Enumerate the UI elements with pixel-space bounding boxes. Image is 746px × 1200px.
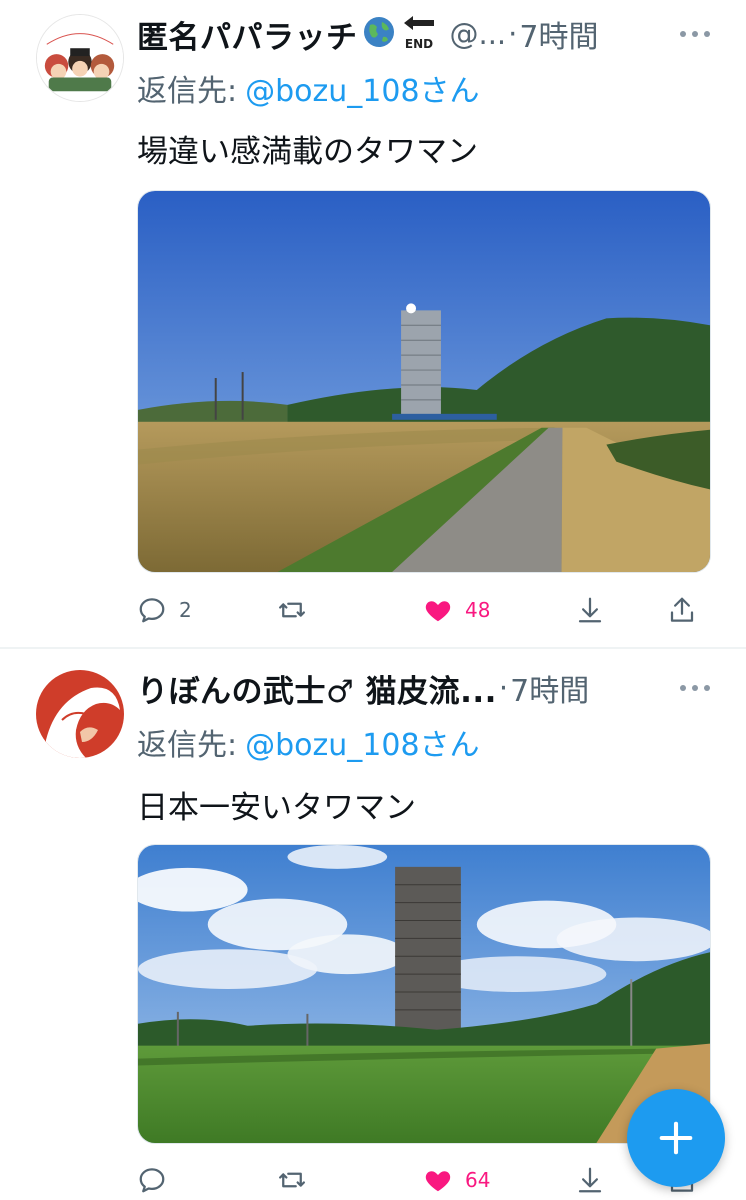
reply-count: 2 bbox=[179, 598, 192, 622]
like-count: 48 bbox=[465, 598, 491, 622]
action-bar: 64 bbox=[137, 1160, 711, 1200]
tweet-header: りぼんの武士♂ 猫皮流... · 7時間 bbox=[137, 666, 726, 710]
retweet-button[interactable] bbox=[277, 590, 319, 630]
tweet-text: 日本一安いタワマン bbox=[137, 790, 416, 826]
heart-filled-icon bbox=[425, 601, 451, 622]
photo-tower-rice-field bbox=[138, 845, 710, 1143]
display-name[interactable]: りぼんの武士♂ 猫皮流... bbox=[137, 666, 497, 711]
separator-dot: · bbox=[508, 17, 518, 51]
timestamp[interactable]: 7時間 bbox=[510, 666, 589, 710]
avatar-illustration bbox=[36, 670, 124, 758]
more-icon[interactable] bbox=[678, 683, 712, 693]
share-icon bbox=[578, 1167, 602, 1193]
separator-dot: · bbox=[498, 671, 509, 705]
reply-icon bbox=[139, 598, 165, 623]
avatar-illustration bbox=[37, 15, 123, 101]
globe-icon bbox=[362, 15, 396, 53]
like-button[interactable]: 48 bbox=[423, 590, 490, 630]
share-icon bbox=[578, 597, 602, 623]
reply-to: 返信先: @bozu_108さん bbox=[137, 720, 480, 764]
tweet-divider bbox=[0, 647, 746, 649]
end-arrow-icon: END bbox=[400, 12, 438, 56]
heart-filled-icon bbox=[425, 1171, 451, 1192]
reply-button[interactable] bbox=[137, 1160, 179, 1200]
handle[interactable]: @... bbox=[450, 17, 507, 51]
tweet-1[interactable]: 匿名パパラッチ END @... · 7時間 返信先:@bozu_108さん bbox=[0, 0, 746, 648]
retweet-button[interactable] bbox=[277, 1160, 319, 1200]
photo-tower-field-path bbox=[138, 191, 710, 572]
reply-prefix: 返信先: bbox=[137, 74, 238, 109]
timestamp[interactable]: 7時間 bbox=[519, 12, 598, 56]
avatar[interactable] bbox=[36, 670, 124, 758]
action-bar: 2 48 bbox=[137, 590, 711, 630]
share-button[interactable] bbox=[575, 590, 605, 630]
avatar[interactable] bbox=[36, 14, 124, 102]
reply-prefix: 返信先: bbox=[137, 728, 238, 763]
reply-icon bbox=[139, 1168, 165, 1193]
tweet-photo[interactable] bbox=[137, 190, 711, 573]
reply-handle-link[interactable]: @bozu_108さん bbox=[245, 74, 479, 109]
share-button[interactable] bbox=[575, 1160, 605, 1200]
svg-text:END: END bbox=[404, 37, 432, 51]
tweet-header: 匿名パパラッチ END @... · 7時間 bbox=[137, 12, 726, 56]
reply-to: 返信先: @bozu_108さん bbox=[137, 66, 480, 110]
compose-fab-button[interactable] bbox=[627, 1089, 725, 1187]
upload-icon bbox=[670, 597, 694, 622]
like-button[interactable]: 64 bbox=[423, 1160, 490, 1200]
reply-button[interactable]: 2 bbox=[137, 590, 192, 630]
more-icon[interactable] bbox=[678, 29, 712, 39]
tweet-text: 場違い感満載のタワマン bbox=[137, 134, 478, 170]
like-count: 64 bbox=[465, 1168, 491, 1192]
retweet-icon bbox=[279, 1172, 305, 1188]
plus-icon bbox=[659, 1121, 693, 1155]
reply-handle-link[interactable]: @bozu_108さん bbox=[245, 728, 479, 763]
display-name[interactable]: 匿名パパラッチ bbox=[137, 12, 358, 57]
upload-button[interactable] bbox=[667, 590, 697, 630]
tweet-photo[interactable] bbox=[137, 844, 711, 1144]
retweet-icon bbox=[279, 602, 305, 618]
